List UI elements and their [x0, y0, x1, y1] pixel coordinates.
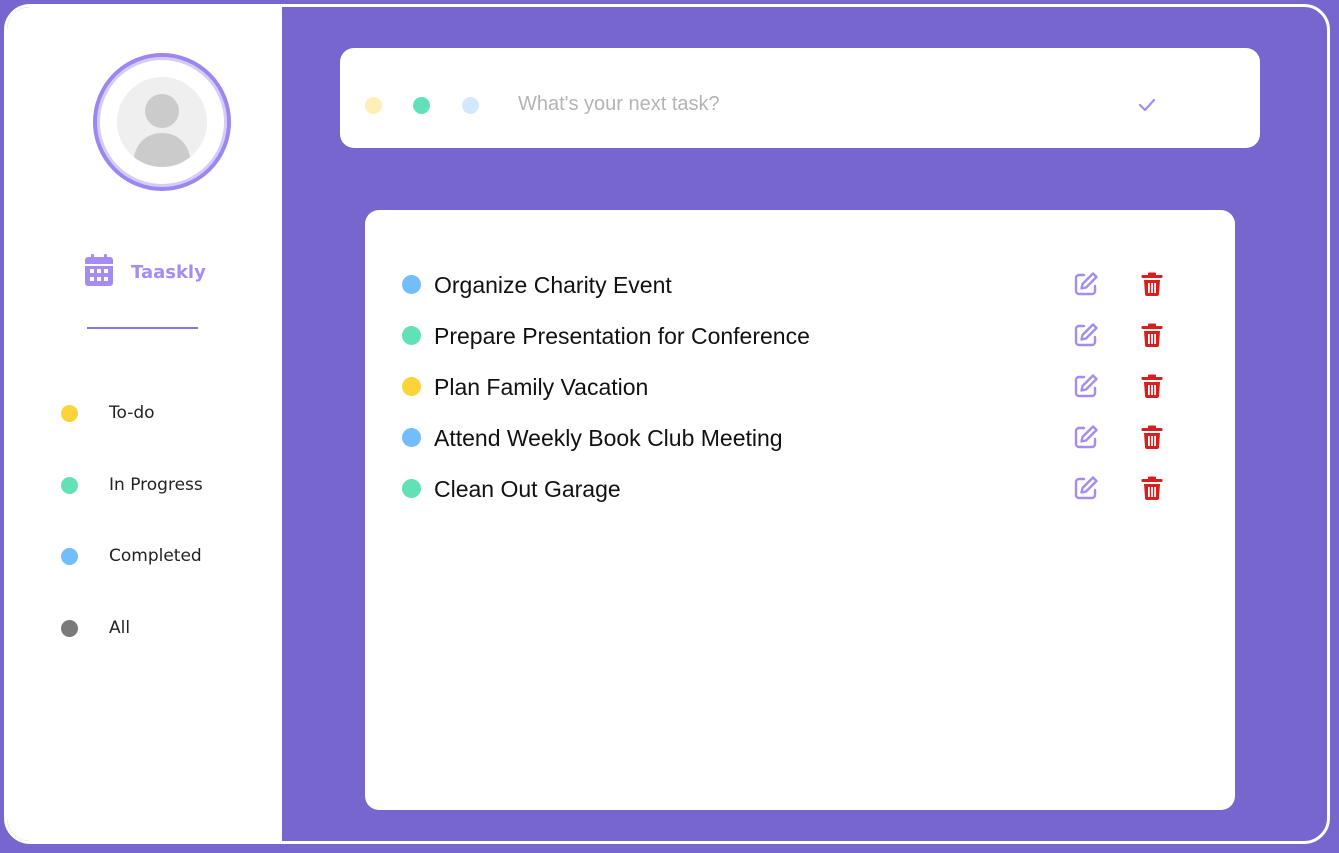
- trash-icon[interactable]: [1139, 271, 1165, 297]
- filter-label: In Progress: [109, 475, 203, 495]
- filter-label: To-do: [109, 403, 155, 423]
- filter-label: All: [109, 618, 131, 638]
- status-dot: [61, 619, 78, 637]
- new-task-input[interactable]: [518, 84, 1078, 124]
- filter-label: Completed: [109, 546, 202, 566]
- task-row: Prepare Presentation for Conference: [401, 315, 1191, 355]
- trash-icon[interactable]: [1139, 424, 1165, 450]
- task-title: Attend Weekly Book Club Meeting: [434, 425, 783, 451]
- task-row: Clean Out Garage: [401, 468, 1191, 508]
- status-dot: [402, 275, 421, 294]
- edit-icon[interactable]: [1073, 271, 1099, 297]
- filter-todo[interactable]: To-do: [61, 398, 155, 428]
- color-option-green[interactable]: [413, 97, 430, 114]
- color-option-yellow[interactable]: [365, 97, 382, 114]
- task-row: Organize Charity Event: [401, 264, 1191, 304]
- user-placeholder-icon: [117, 77, 207, 167]
- edit-icon[interactable]: [1073, 475, 1099, 501]
- divider: [87, 327, 198, 329]
- filter-all[interactable]: All: [61, 613, 130, 643]
- status-dot: [402, 428, 421, 447]
- trash-icon[interactable]: [1139, 373, 1165, 399]
- status-dot: [61, 404, 78, 422]
- task-title: Plan Family Vacation: [434, 374, 649, 400]
- status-dot: [402, 479, 421, 498]
- check-icon[interactable]: [1136, 94, 1158, 116]
- filter-completed[interactable]: Completed: [61, 541, 202, 571]
- app-frame: Taaskly To-do In Progress Completed All: [4, 4, 1330, 844]
- status-dot: [402, 326, 421, 345]
- edit-icon[interactable]: [1073, 373, 1099, 399]
- task-list: Organize Charity Event Prepare Presentat…: [365, 210, 1235, 810]
- trash-icon[interactable]: [1139, 475, 1165, 501]
- filter-in-progress[interactable]: In Progress: [61, 470, 203, 500]
- avatar[interactable]: [93, 53, 231, 191]
- task-row: Plan Family Vacation: [401, 366, 1191, 406]
- new-task-bar: [340, 48, 1260, 148]
- status-dot: [402, 377, 421, 396]
- color-option-blue[interactable]: [462, 97, 479, 114]
- brand: Taaskly: [85, 253, 206, 291]
- trash-icon[interactable]: [1139, 322, 1165, 348]
- task-title: Clean Out Garage: [434, 476, 621, 502]
- task-title: Organize Charity Event: [434, 272, 672, 298]
- sidebar: Taaskly To-do In Progress Completed All: [7, 7, 282, 841]
- status-dot: [61, 547, 78, 565]
- edit-icon[interactable]: [1073, 424, 1099, 450]
- task-row: Attend Weekly Book Club Meeting: [401, 417, 1191, 457]
- brand-name: Taaskly: [131, 261, 206, 283]
- task-title: Prepare Presentation for Conference: [434, 323, 810, 349]
- calendar-icon: [85, 253, 113, 291]
- status-dot: [61, 476, 78, 494]
- edit-icon[interactable]: [1073, 322, 1099, 348]
